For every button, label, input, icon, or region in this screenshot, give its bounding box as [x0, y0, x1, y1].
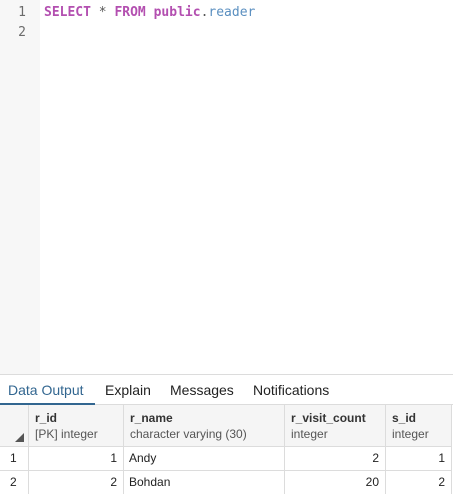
table-cell[interactable]: 2 [29, 471, 124, 494]
query-editor[interactable]: 1 2 SELECT * FROM public.reader [0, 0, 453, 374]
column-header[interactable]: r_id [PK] integer [29, 405, 124, 447]
table-cell[interactable]: 1 [29, 447, 124, 471]
table-cell[interactable]: 2 [386, 471, 452, 494]
column-header[interactable]: r_visit_count integer [285, 405, 386, 447]
query-line[interactable]: SELECT * FROM public.reader [44, 5, 255, 20]
tab-messages[interactable]: Messages [170, 375, 234, 405]
column-name: r_visit_count [291, 411, 366, 425]
tab-notifications[interactable]: Notifications [253, 375, 329, 405]
select-all-corner[interactable] [0, 405, 29, 447]
tab-explain[interactable]: Explain [105, 375, 151, 405]
column-type: [PK] integer [35, 427, 98, 441]
column-name: s_id [392, 411, 417, 425]
column-type: character varying (30) [130, 427, 247, 441]
column-type: integer [392, 427, 429, 441]
sql-schema: public [153, 5, 201, 20]
sql-keyword: SELECT [44, 5, 91, 20]
column-header[interactable]: r_name character varying (30) [124, 405, 285, 447]
column-name: r_name [130, 411, 173, 425]
table-cell[interactable]: Andy [124, 447, 285, 471]
row-number[interactable]: 1 [0, 447, 29, 471]
tab-data-output[interactable]: Data Output [8, 375, 84, 405]
sql-table: reader [208, 5, 256, 20]
table-cell[interactable]: 1 [386, 447, 452, 471]
line-number: 2 [18, 25, 26, 40]
line-number-gutter: 1 2 [0, 0, 40, 374]
table-cell[interactable]: Bohdan [124, 471, 285, 494]
result-tabs: Data Output Explain Messages Notificatio… [0, 374, 453, 405]
row-number[interactable]: 2 [0, 471, 29, 494]
sql-keyword: FROM [114, 5, 146, 20]
table-cell[interactable]: 20 [285, 471, 386, 494]
data-output-grid: r_id [PK] integer r_name character varyi… [0, 405, 453, 494]
column-header[interactable]: s_id integer [386, 405, 452, 447]
table-cell[interactable]: 2 [285, 447, 386, 471]
column-type: integer [291, 427, 328, 441]
line-number: 1 [18, 5, 26, 20]
sql-star: * [98, 5, 107, 20]
sort-corner-icon [15, 433, 24, 442]
column-name: r_id [35, 411, 58, 425]
